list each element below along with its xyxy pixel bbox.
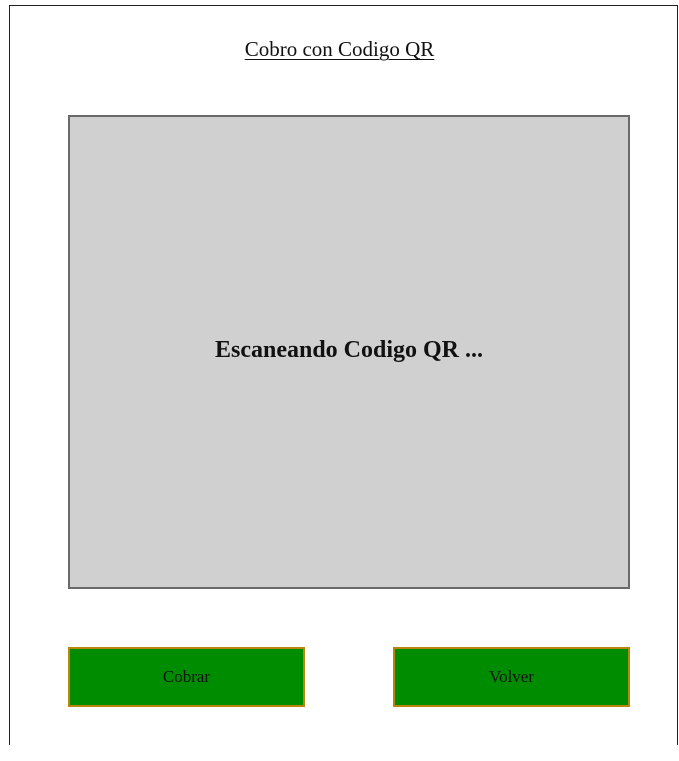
cobrar-button[interactable]: Cobrar: [68, 647, 305, 707]
page-title: Cobro con Codigo QR: [244, 37, 435, 61]
qr-scanner-area: Escaneando Codigo QR ...: [68, 115, 630, 589]
scanner-status-text: Escaneando Codigo QR ...: [214, 336, 484, 363]
volver-button[interactable]: Volver: [393, 647, 630, 707]
